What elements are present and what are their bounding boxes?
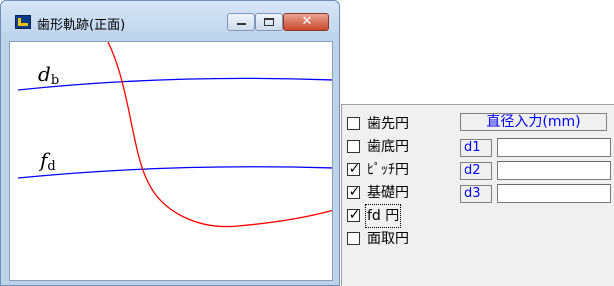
checkbox-label: ﾋﾟｯﾁ円 bbox=[367, 162, 409, 178]
circle-options-panel: 歯先円 歯底円 ✓ ﾋﾟｯﾁ円 ✓ 基礎円 ✓ fd 円 面取円 直径入力(mm… bbox=[341, 104, 614, 286]
fd-label: fd bbox=[40, 148, 56, 174]
close-icon: ✕ bbox=[301, 14, 313, 29]
checkbox-label: 面取円 bbox=[367, 231, 409, 247]
tooth-profile-curve bbox=[107, 42, 332, 228]
checkbox-box[interactable] bbox=[347, 140, 360, 153]
checkbox-label: 基礎円 bbox=[367, 185, 409, 201]
db-label: db bbox=[38, 62, 60, 88]
check-mark-icon: ✓ bbox=[348, 161, 361, 177]
tooth-trace-canvas: db fd bbox=[9, 41, 333, 281]
diameter-input-header: 直径入力(mm) bbox=[460, 113, 607, 131]
tooth-trace-window: 歯形軌跡(正面) ✕ db fd bbox=[0, 0, 340, 286]
d3-input[interactable] bbox=[497, 184, 611, 203]
d3-label: d3 bbox=[460, 185, 492, 203]
minimize-button[interactable] bbox=[227, 13, 255, 31]
d2-label: d2 bbox=[460, 162, 492, 180]
window-title: 歯形軌跡(正面) bbox=[37, 18, 126, 33]
checkbox-label: 歯先円 bbox=[367, 116, 409, 132]
d1-label: d1 bbox=[460, 139, 492, 157]
close-button[interactable]: ✕ bbox=[283, 13, 329, 31]
title-bar[interactable]: 歯形軌跡(正面) ✕ bbox=[1, 1, 339, 33]
d2-input[interactable] bbox=[497, 161, 611, 180]
check-mark-icon: ✓ bbox=[348, 184, 361, 200]
checkbox-box[interactable] bbox=[347, 117, 360, 130]
maximize-icon bbox=[264, 18, 274, 26]
db-circle-curve bbox=[17, 77, 332, 91]
checkbox-box[interactable]: ✓ bbox=[347, 184, 360, 200]
maximize-button[interactable] bbox=[255, 13, 283, 31]
app-icon[interactable] bbox=[15, 15, 31, 29]
d1-input[interactable] bbox=[497, 138, 611, 157]
checkbox-label: fd 円 bbox=[364, 204, 402, 228]
checkbox-box[interactable] bbox=[347, 232, 360, 245]
checkbox-box[interactable]: ✓ bbox=[347, 207, 360, 223]
fd-circle-curve bbox=[17, 166, 332, 179]
check-mark-icon: ✓ bbox=[348, 207, 361, 223]
checkbox-label: 歯底円 bbox=[367, 139, 409, 155]
checkbox-box[interactable]: ✓ bbox=[347, 161, 360, 177]
minimize-icon bbox=[237, 23, 246, 25]
